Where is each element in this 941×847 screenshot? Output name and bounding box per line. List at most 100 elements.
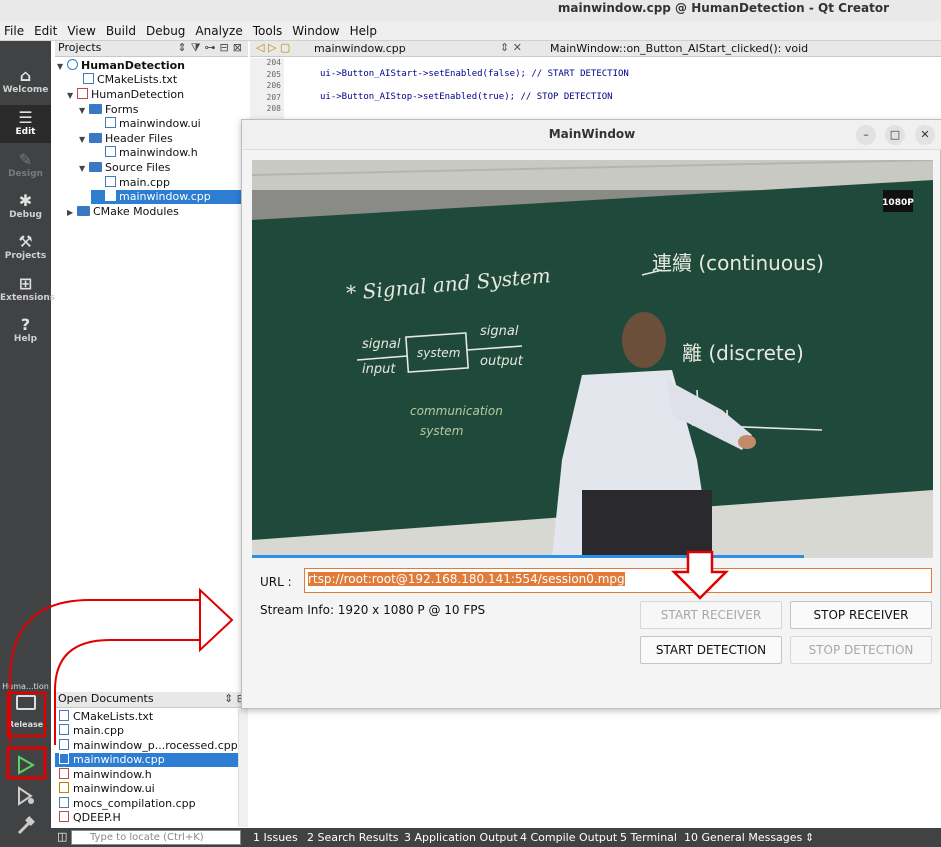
mode-debug[interactable]: ✱ Debug <box>0 192 51 221</box>
tree-node[interactable]: ▼ HumanDetection <box>57 59 185 73</box>
tab-compile-output[interactable]: 4 Compile Output <box>520 831 617 844</box>
list-item-selected[interactable]: mainwindow.cpp <box>55 753 238 767</box>
list-item[interactable]: CMakeLists.txt <box>55 710 238 724</box>
close-button[interactable]: ✕ <box>915 125 935 145</box>
run-icon <box>18 755 36 775</box>
video-image: * Signal and System signal input signal … <box>252 160 933 558</box>
open-documents-title: Open Documents <box>58 692 154 705</box>
open-documents-header: Open Documents ⇕ ⊟ <box>55 692 248 708</box>
tree-node[interactable]: ▼ HumanDetection <box>67 88 184 102</box>
tree-node[interactable]: mainwindow.h <box>105 146 198 160</box>
window-title: mainwindow.cpp @ HumanDetection - Qt Cre… <box>557 1 889 15</box>
menu-window[interactable]: Window <box>292 24 339 38</box>
minimize-icon: – <box>863 128 869 141</box>
tree-label: Forms <box>105 103 139 116</box>
svg-text:signal: signal <box>480 324 519 339</box>
menu-tools[interactable]: Tools <box>253 24 283 38</box>
home-icon: ⌂ <box>19 66 32 85</box>
mode-edit[interactable]: ☰ Edit <box>0 105 51 143</box>
mode-extensions[interactable]: ⊞ Extensions <box>0 274 55 304</box>
mode-projects[interactable]: ⚒ Projects <box>0 233 51 262</box>
editor-file-tab[interactable]: mainwindow.cpp <box>314 42 406 55</box>
menu-file[interactable]: File <box>4 24 24 38</box>
menu-build[interactable]: Build <box>106 24 136 38</box>
mode-debug-label: Debug <box>9 210 42 220</box>
main-window-dialog: MainWindow – □ ✕ * Signal and System sig… <box>241 119 941 709</box>
projects-toolbar[interactable]: ⇕⧩⊶⊟⊠ <box>178 41 246 55</box>
mode-welcome[interactable]: ⌂ Welcome <box>0 66 51 96</box>
tree-node[interactable]: ▼ Forms <box>79 103 138 117</box>
stop-detection-button[interactable]: STOP DETECTION <box>790 636 932 664</box>
build-button[interactable] <box>14 815 38 837</box>
run-button[interactable] <box>12 752 38 778</box>
open-documents-list: CMakeLists.txt main.cpp mainwindow_p...r… <box>55 709 238 827</box>
tree-label: HumanDetection <box>91 88 185 101</box>
dialog-title: MainWindow <box>242 120 941 150</box>
minimize-button[interactable]: – <box>856 125 876 145</box>
list-item-label: mainwindow.cpp <box>73 753 165 766</box>
code-editor[interactable]: ui->Button_AIStart->setEnabled(false); /… <box>288 58 938 120</box>
tree-node[interactable]: ▼ Header Files <box>79 132 173 146</box>
tree-node[interactable]: CMakeLists.txt <box>83 73 177 87</box>
menu-view[interactable]: View <box>67 24 95 38</box>
list-item[interactable]: main.cpp <box>55 724 238 738</box>
function-selector[interactable]: MainWindow::on_Button_AIStart_clicked():… <box>550 42 808 55</box>
tree-node[interactable]: ▶ CMake Modules <box>67 205 179 219</box>
monitor-icon <box>15 695 36 710</box>
list-item[interactable]: mainwindow.h <box>55 768 238 782</box>
kit-name: Huma...tion <box>2 682 49 691</box>
menu-help[interactable]: Help <box>350 24 377 38</box>
debug-run-icon <box>18 786 34 806</box>
file-menu-icon[interactable]: ⇕ ✕ <box>500 41 522 54</box>
hammer-icon <box>17 816 35 835</box>
tree-node-selected[interactable]: mainwindow.cpp <box>91 190 248 204</box>
stream-info: Stream Info: 1920 x 1080 P @ 10 FPS <box>260 603 486 617</box>
debug-run-button[interactable] <box>14 785 38 807</box>
menu-debug[interactable]: Debug <box>146 24 185 38</box>
tab-general-messages[interactable]: 10 General Messages <box>684 831 802 844</box>
list-item[interactable]: mocs_compilation.cpp <box>55 797 238 811</box>
mode-help-label: Help <box>13 334 38 344</box>
help-icon: ? <box>20 315 31 334</box>
tab-issues[interactable]: 1 Issues <box>253 831 298 844</box>
maximize-button[interactable]: □ <box>885 125 905 145</box>
tree-node[interactable]: mainwindow.ui <box>105 117 201 131</box>
mode-design[interactable]: ✎ Design <box>0 151 51 180</box>
tab-search-results[interactable]: 2 Search Results <box>307 831 399 844</box>
locator-input[interactable]: Type to locate (Ctrl+K) <box>71 830 241 845</box>
svg-text:離 (discrete): 離 (discrete) <box>682 341 804 365</box>
url-field[interactable]: rtsp://root:root@192.168.180.141:554/ses… <box>304 568 932 593</box>
list-item-label: main.cpp <box>73 724 124 737</box>
stream-progress-fill <box>252 555 804 558</box>
svg-text:input: input <box>362 362 396 377</box>
tree-node[interactable]: ▼ Source Files <box>79 161 170 175</box>
mode-help[interactable]: ? Help <box>0 315 51 345</box>
title-bar: mainwindow.cpp @ HumanDetection - Qt Cre… <box>0 0 941 21</box>
start-receiver-button[interactable]: START RECEIVER <box>640 601 782 629</box>
more-tabs-icon[interactable]: ⇕ <box>805 831 814 844</box>
menu-analyze[interactable]: Analyze <box>195 24 242 38</box>
tab-application-output[interactable]: 3 Application Output <box>404 831 518 844</box>
tree-node[interactable]: main.cpp <box>105 176 170 190</box>
maximize-icon: □ <box>889 128 901 141</box>
open-documents-scrollbar[interactable] <box>238 709 248 827</box>
list-item-label: QDEEP.H <box>73 811 121 824</box>
list-item[interactable]: mainwindow_p...rocessed.cpp <box>55 739 238 753</box>
svg-text:連續 (continuous): 連續 (continuous) <box>652 251 824 275</box>
start-detection-button[interactable]: START DETECTION <box>640 636 782 664</box>
kit-selector[interactable]: Huma...tion Release <box>0 682 51 729</box>
line-number: 208 <box>266 104 281 113</box>
kit-build: Release <box>7 720 44 729</box>
sidebar-toggle-icon[interactable]: ◫ <box>57 830 67 843</box>
list-item[interactable]: QDEEP.H <box>55 811 238 825</box>
stop-receiver-button[interactable]: STOP RECEIVER <box>790 601 932 629</box>
menu-edit[interactable]: Edit <box>34 24 57 38</box>
tree-label: mainwindow.h <box>119 146 198 159</box>
nav-arrows-icon[interactable]: ◁ ▷ ▢ <box>256 41 290 54</box>
url-value: rtsp://root:root@192.168.180.141:554/ses… <box>308 572 625 586</box>
list-item-label: CMakeLists.txt <box>73 710 154 723</box>
projects-header: Projects ⇕⧩⊶⊟⊠ <box>55 41 248 57</box>
tab-terminal[interactable]: 5 Terminal <box>620 831 677 844</box>
list-item[interactable]: mainwindow.ui <box>55 782 238 796</box>
extensions-icon: ⊞ <box>18 274 33 293</box>
